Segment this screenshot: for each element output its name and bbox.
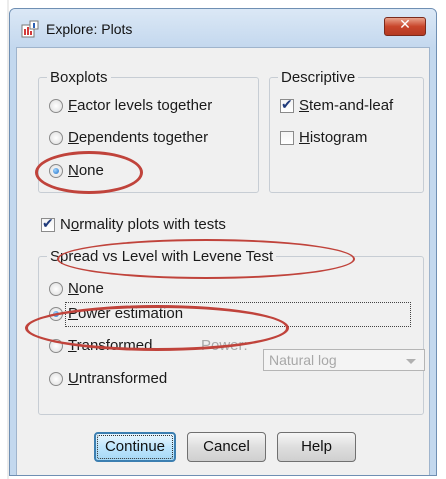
- option-label: None: [68, 280, 104, 297]
- annotation-circle-power: [25, 305, 289, 351]
- checkbox-checked[interactable]: [41, 214, 55, 234]
- page-background: [0, 0, 446, 8]
- close-button[interactable]: ✕: [384, 17, 426, 36]
- radio-button[interactable]: [49, 282, 63, 296]
- help-button[interactable]: Help: [277, 432, 356, 462]
- cancel-label: Cancel: [203, 438, 250, 455]
- cancel-button[interactable]: Cancel: [187, 432, 266, 462]
- page-edge: [0, 0, 9, 479]
- annotation-circle-spread: [57, 239, 355, 279]
- option-label: Factor levels together: [68, 97, 213, 114]
- spss-app-icon: [21, 20, 39, 38]
- checkbox-checked[interactable]: [280, 95, 294, 115]
- title-bar[interactable]: Explore: Plots ✕: [10, 9, 436, 47]
- dialog-body: Boxplots Factor levels together Dependen…: [16, 47, 430, 475]
- option-label: Histogram: [299, 129, 368, 146]
- radio-button[interactable]: [49, 99, 63, 113]
- descriptive-legend: Descriptive: [278, 69, 359, 86]
- descriptive-group: Descriptive Stem-and-leaf Histogram: [269, 69, 424, 193]
- annotation-circle-none: [35, 151, 143, 194]
- option-label: Untransformed: [68, 370, 168, 387]
- power-select-value: Natural log: [269, 352, 337, 368]
- chevron-down-icon: [406, 359, 416, 364]
- window-title: Explore: Plots: [46, 21, 133, 37]
- option-label: Dependents together: [68, 129, 209, 146]
- option-label: Normality plots with tests: [60, 216, 226, 233]
- button-focus-ring: [97, 435, 173, 459]
- power-select[interactable]: Natural log: [263, 349, 425, 371]
- radio-button[interactable]: [49, 372, 63, 386]
- continue-button[interactable]: Continue: [94, 432, 176, 462]
- boxplots-legend: Boxplots: [47, 69, 111, 86]
- checkbox[interactable]: [280, 131, 294, 145]
- option-label: Stem-and-leaf: [299, 97, 394, 114]
- help-label: Help: [301, 438, 332, 455]
- radio-button[interactable]: [49, 131, 63, 145]
- explore-plots-dialog: Explore: Plots ✕ Boxplots Factor levels …: [9, 8, 437, 476]
- close-icon: ✕: [399, 17, 411, 33]
